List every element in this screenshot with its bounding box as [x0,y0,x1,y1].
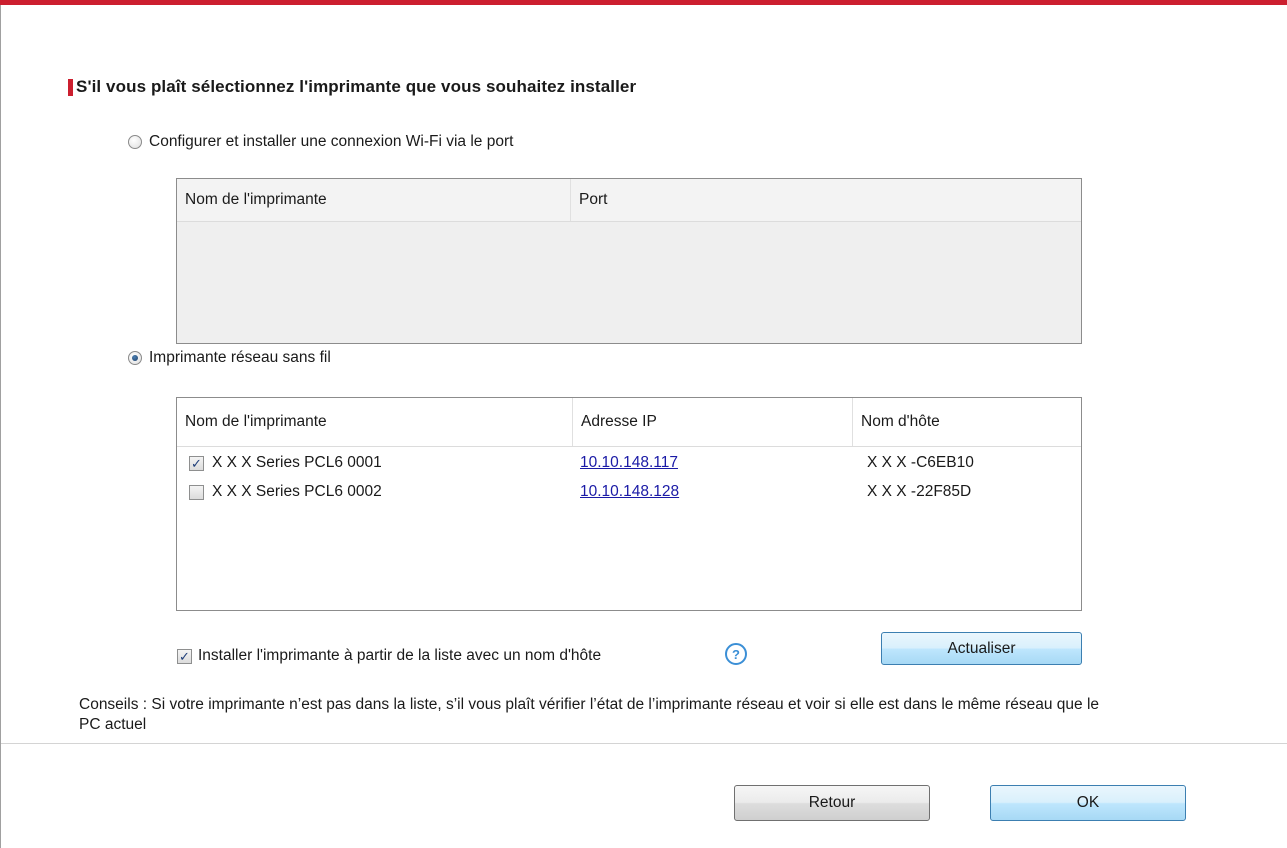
wireless-printer-list: Nom de l'imprimante Adresse IP Nom d'hôt… [176,397,1082,611]
radio-option-wireless-label: Imprimante réseau sans fil [149,349,331,366]
ok-button[interactable]: OK [990,785,1186,821]
column-header-port[interactable]: Port [570,179,1081,221]
window-top-accent-bar [0,0,1287,5]
row-checkbox[interactable] [189,484,204,500]
hostname-install-option[interactable]: ✓ Installer l'imprimante à partir de la … [177,645,601,667]
wireless-list-header: Nom de l'imprimante Adresse IP Nom d'hôt… [177,398,1081,447]
refresh-button[interactable]: Actualiser [881,632,1082,665]
window-left-border [0,5,1,848]
footer-divider [1,743,1287,744]
column-header-hostname[interactable]: Nom d'hôte [852,398,1081,446]
printer-name: X X X Series PCL6 0001 [212,454,382,471]
table-row[interactable]: ✓ X X X Series PCL6 0001 [189,452,382,474]
hostname-checkbox[interactable]: ✓ [177,648,192,664]
hostname: X X X -22F85D [867,483,972,500]
radio-button[interactable] [128,351,142,365]
column-header-printer-name[interactable]: Nom de l'imprimante [177,398,572,446]
hostname-checkbox-label: Installer l'imprimante à partir de la li… [198,647,602,664]
ip-address-link[interactable]: 10.10.148.128 [580,483,679,501]
row-checkbox[interactable]: ✓ [189,455,204,471]
radio-button[interactable] [128,135,142,149]
radio-option-port-label: Configurer et installer une connexion Wi… [149,133,514,150]
question-circle-icon[interactable]: ? [725,643,747,665]
port-list-header: Nom de l'imprimante Port [177,179,1081,222]
ip-address-link[interactable]: 10.10.148.117 [580,454,678,472]
column-header-ip-address[interactable]: Adresse IP [572,398,852,446]
printer-name: X X X Series PCL6 0002 [212,483,382,500]
title-marker [68,79,73,96]
hostname: X X X -C6EB10 [867,454,974,471]
column-header-printer-name[interactable]: Nom de l'imprimante [177,179,570,221]
table-row[interactable]: X X X Series PCL6 0002 [189,481,382,503]
page-title: S'il vous plaît sélectionnez l'imprimant… [76,77,637,96]
hint-text: Conseils : Si votre imprimante n’est pas… [79,696,1100,733]
radio-option-port[interactable]: Configurer et installer une connexion Wi… [128,133,513,151]
radio-option-wireless[interactable]: Imprimante réseau sans fil [128,349,331,367]
port-printer-list: Nom de l'imprimante Port [176,178,1082,344]
back-button[interactable]: Retour [734,785,930,821]
